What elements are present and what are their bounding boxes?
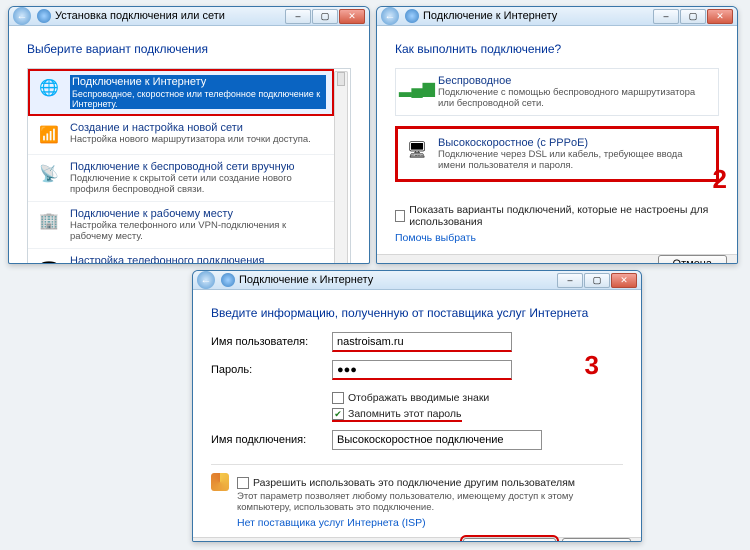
cancel-button[interactable]: Отмена <box>562 538 631 542</box>
cancel-button[interactable]: Отмена <box>658 255 727 264</box>
modem-icon: 🖥 <box>404 137 430 163</box>
window-controls: – ▢ ✕ <box>557 273 637 288</box>
shield-icon <box>211 473 229 491</box>
checkbox-icon <box>395 210 405 222</box>
no-isp-link[interactable]: Нет поставщика услуг Интернета (ISP) <box>237 517 426 529</box>
option-dialup[interactable]: ☎ Настройка телефонного подключенияПодкл… <box>28 249 334 264</box>
scrollbar[interactable] <box>334 71 348 264</box>
minimize-button[interactable]: – <box>557 273 583 288</box>
connection-name-label: Имя подключения: <box>211 434 326 446</box>
share-checkbox[interactable]: Разрешить использовать это подключение д… <box>237 477 577 489</box>
dialog-footer: Отмена <box>377 254 737 264</box>
show-options-checkbox[interactable]: Показать варианты подключений, которые н… <box>395 204 719 228</box>
share-description: Этот параметр позволяет любому пользоват… <box>237 491 577 513</box>
network-icon <box>37 9 51 23</box>
dialog-connect-internet: ← Подключение к Интернету – ▢ ✕ Как выпо… <box>376 6 738 264</box>
help-link[interactable]: Помочь выбрать <box>395 232 476 244</box>
window-title: Подключение к Интернету <box>423 10 557 22</box>
window-title: Подключение к Интернету <box>239 274 373 286</box>
remember-password-checkbox[interactable]: ✔Запомнить этот пароль <box>332 408 462 422</box>
minimize-button[interactable]: – <box>653 9 679 24</box>
close-button[interactable]: ✕ <box>707 9 733 24</box>
back-icon[interactable]: ← <box>13 7 31 25</box>
option-wireless-manual[interactable]: 📡 Подключение к беспроводной сети вручну… <box>28 155 334 202</box>
username-label: Имя пользователя: <box>211 336 326 348</box>
back-icon[interactable]: ← <box>381 7 399 25</box>
page-heading: Как выполнить подключение? <box>395 42 719 56</box>
page-heading: Введите информацию, полученную от постав… <box>211 306 623 320</box>
annotation-2: 2 <box>713 166 727 192</box>
annotation-3: 3 <box>585 352 599 378</box>
dialog-body: Введите информацию, полученную от постав… <box>193 290 641 537</box>
page-heading: Выберите вариант подключения <box>27 42 351 56</box>
globe-icon: 🌐 <box>36 75 62 101</box>
close-button[interactable]: ✕ <box>611 273 637 288</box>
option-pppoe[interactable]: 🖥 Высокоскоростное (с PPPoE)Подключение … <box>395 126 719 182</box>
wireless-bars-icon: ▂▄▆ <box>404 75 430 101</box>
titlebar: ← Подключение к Интернету – ▢ ✕ <box>193 271 641 290</box>
window-controls: – ▢ ✕ <box>285 9 365 24</box>
window-title: Установка подключения или сети <box>55 10 225 22</box>
titlebar: ← Подключение к Интернету – ▢ ✕ <box>377 7 737 26</box>
credentials-form: Имя пользователя: Пароль: Отображать вво… <box>211 332 623 450</box>
dialog-body: Выберите вариант подключения 🌐 Подключен… <box>9 26 369 264</box>
checkbox-icon: ✔ <box>332 408 344 420</box>
maximize-button[interactable]: ▢ <box>584 273 610 288</box>
back-icon[interactable]: ← <box>197 271 215 289</box>
dialog-credentials: ← Подключение к Интернету – ▢ ✕ Введите … <box>192 270 642 542</box>
password-input[interactable] <box>332 360 512 380</box>
share-option: Разрешить использовать это подключение д… <box>211 464 623 529</box>
checkbox-icon <box>332 392 344 404</box>
option-internet[interactable]: 🌐 Подключение к ИнтернетуБеспроводное, с… <box>28 69 334 116</box>
option-wireless[interactable]: ▂▄▆ БеспроводноеПодключение с помощью бе… <box>395 68 719 116</box>
phone-icon: ☎ <box>36 255 62 264</box>
password-label: Пароль: <box>211 364 326 376</box>
dialog-footer: Подключить Отмена <box>193 537 641 542</box>
router-icon: 📶 <box>36 122 62 148</box>
option-workplace[interactable]: 🏢 Подключение к рабочему местуНастройка … <box>28 202 334 249</box>
wifi-icon: 📡 <box>36 161 62 187</box>
maximize-button[interactable]: ▢ <box>680 9 706 24</box>
dialog-body: Как выполнить подключение? ▂▄▆ Беспровод… <box>377 26 737 254</box>
connection-name-input[interactable] <box>332 430 542 450</box>
network-icon <box>221 273 235 287</box>
option-new-network[interactable]: 📶 Создание и настройка новой сетиНастрой… <box>28 116 334 155</box>
workplace-icon: 🏢 <box>36 208 62 234</box>
checkbox-icon <box>237 477 249 489</box>
username-input[interactable] <box>332 332 512 352</box>
window-controls: – ▢ ✕ <box>653 9 733 24</box>
show-chars-checkbox[interactable]: Отображать вводимые знаки <box>332 392 623 404</box>
network-icon <box>405 9 419 23</box>
dialog-setup-connection: ← Установка подключения или сети – ▢ ✕ В… <box>8 6 370 264</box>
titlebar: ← Установка подключения или сети – ▢ ✕ <box>9 7 369 26</box>
option-list: 🌐 Подключение к ИнтернетуБеспроводное, с… <box>27 68 351 264</box>
minimize-button[interactable]: – <box>285 9 311 24</box>
close-button[interactable]: ✕ <box>339 9 365 24</box>
connect-button[interactable]: Подключить <box>463 538 555 542</box>
maximize-button[interactable]: ▢ <box>312 9 338 24</box>
